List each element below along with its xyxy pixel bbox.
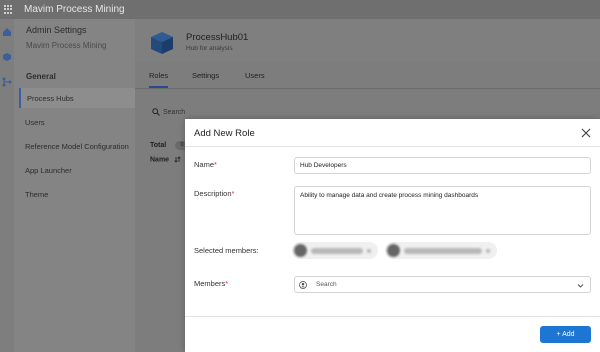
- app-title: Mavim Process Mining: [24, 4, 125, 15]
- chevron-down-icon[interactable]: [577, 282, 584, 289]
- close-icon[interactable]: [580, 127, 592, 139]
- cube-icon[interactable]: [2, 52, 12, 62]
- home-icon[interactable]: [2, 27, 12, 37]
- name-field[interactable]: Hub Developers: [294, 157, 591, 174]
- sidebar-item-app-launcher[interactable]: App Launcher: [19, 160, 135, 180]
- icon-rail: [0, 19, 14, 352]
- sidebar-section-general: General: [26, 72, 56, 81]
- footer-divider: [185, 316, 600, 317]
- member-name-redacted: [311, 247, 363, 254]
- sidebar-item-users[interactable]: Users: [19, 112, 135, 132]
- sort-icon: [174, 156, 181, 163]
- remove-member-icon[interactable]: [367, 248, 371, 253]
- selected-members-label: Selected members:: [194, 246, 259, 255]
- app-grid-icon[interactable]: [4, 4, 14, 15]
- header-divider: [185, 146, 600, 147]
- members-search-placeholder: Search: [316, 281, 337, 288]
- sidebar-item-reference-model-configuration[interactable]: Reference Model Configuration: [19, 136, 135, 156]
- search-icon: [152, 108, 160, 116]
- person-icon: [299, 280, 307, 289]
- search-placeholder: Search: [163, 108, 186, 116]
- selected-member-chip[interactable]: [385, 242, 497, 259]
- column-header-name[interactable]: Name: [150, 156, 181, 163]
- hub-header: ProcessHub01 Hub for analysis: [135, 19, 600, 63]
- avatar: [387, 244, 400, 257]
- hub-name: ProcessHub01: [186, 32, 249, 43]
- selected-member-chip[interactable]: [292, 242, 378, 259]
- tab-settings[interactable]: Settings: [192, 71, 219, 80]
- description-field[interactable]: Ability to manage data and create proces…: [294, 186, 591, 235]
- total-label: Total: [150, 142, 167, 149]
- hierarchy-icon[interactable]: [2, 77, 12, 87]
- members-label: Members*: [194, 279, 229, 288]
- tab-users[interactable]: Users: [245, 71, 265, 80]
- hub-subtitle: Hub for analysis: [186, 45, 233, 52]
- sidebar-title: Admin Settings: [26, 25, 87, 35]
- avatar: [294, 244, 307, 257]
- admin-sidebar: Admin Settings Mavim Process Mining Gene…: [14, 19, 135, 352]
- dialog-title: Add New Role: [194, 128, 255, 139]
- tab-roles[interactable]: Roles: [149, 71, 169, 88]
- member-name-redacted: [404, 247, 482, 254]
- hub-tabs: Roles Settings Users: [135, 63, 600, 89]
- hub-cube-icon: [151, 32, 173, 54]
- sidebar-item-theme[interactable]: Theme: [19, 184, 135, 204]
- name-label: Name*: [194, 160, 217, 169]
- sidebar-subtitle: Mavim Process Mining: [26, 41, 107, 50]
- members-search-field[interactable]: Search: [294, 276, 591, 293]
- sidebar-item-process-hubs[interactable]: Process Hubs: [19, 88, 135, 108]
- description-label: Description*: [194, 189, 235, 198]
- top-bar: Mavim Process Mining: [0, 0, 600, 19]
- add-role-dialog: Add New Role Name* Hub Developers Descri…: [185, 119, 600, 352]
- remove-member-icon[interactable]: [486, 248, 490, 253]
- add-button[interactable]: + Add: [540, 326, 591, 343]
